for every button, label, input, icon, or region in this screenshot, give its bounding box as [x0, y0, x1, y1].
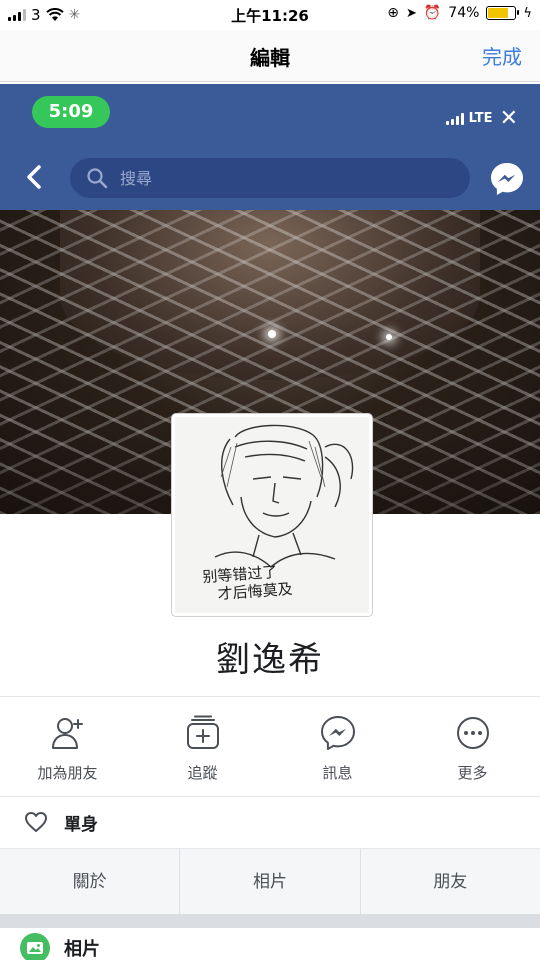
more-button[interactable]: 更多: [405, 704, 540, 794]
location-arrow-icon: ➤: [405, 5, 417, 21]
section-separator: [0, 914, 540, 928]
add-friend-label: 加為朋友: [37, 764, 98, 782]
tab-about[interactable]: 關於: [0, 849, 181, 914]
photos-section-header[interactable]: 相片: [0, 928, 540, 960]
fb-network-group: LTE ✕: [445, 106, 518, 131]
fb-network-label: LTE: [468, 111, 493, 126]
profile-name: 劉逸希: [216, 640, 324, 680]
battery-icon: [486, 6, 520, 20]
more-icon: [456, 717, 489, 749]
profile-actions: 加為朋友 追蹤 訊息 更多: [0, 704, 540, 794]
battery-percent: 74%: [448, 5, 480, 21]
heart-icon: [25, 812, 47, 832]
follow-label: 追蹤: [187, 764, 218, 782]
close-icon[interactable]: ✕: [500, 106, 518, 131]
photos-section-title: 相片: [64, 939, 100, 960]
ios-status-right: ⊕ ➤ ⏰ 74% ϟ: [387, 5, 532, 21]
ios-status-bar: 3 ✳ 上午11:26 ⊕ ➤ ⏰ 74% ϟ: [0, 0, 540, 30]
add-friend-icon: [51, 718, 83, 749]
divider: [0, 796, 540, 797]
tab-friends[interactable]: 朋友: [361, 849, 540, 914]
done-button[interactable]: 完成: [482, 41, 522, 70]
fb-signal-icon: [445, 112, 464, 125]
message-button[interactable]: 訊息: [270, 704, 405, 794]
profile-tabs: 關於 相片 朋友: [0, 848, 540, 914]
relationship-label: 單身: [64, 814, 98, 835]
fb-clock-pill: 5:09: [32, 96, 110, 128]
alarm-icon: ⏰: [423, 5, 442, 21]
facebook-screenshot: 5:09 LTE ✕ 搜尋 别等错过了 才后悔莫及 劉逸希 加為朋友 追蹤 訊息…: [0, 84, 540, 960]
fb-status-bar: 5:09 LTE ✕: [0, 84, 540, 144]
message-label: 訊息: [322, 764, 353, 782]
portrait-caption: 别等错过了 才后悔莫及: [202, 562, 293, 604]
back-chevron-icon[interactable]: [20, 162, 50, 192]
rotation-lock-icon: ⊕: [387, 5, 399, 21]
search-input[interactable]: [120, 168, 420, 188]
editor-title: 編輯: [250, 46, 290, 70]
messenger-icon: [320, 716, 355, 750]
cover-light-spot: [386, 334, 392, 340]
add-friend-button[interactable]: 加為朋友: [0, 704, 135, 794]
fb-navbar: [0, 144, 540, 210]
sketch-portrait: 别等错过了 才后悔莫及: [175, 417, 369, 613]
search-bar[interactable]: [70, 158, 470, 198]
search-icon: [87, 168, 108, 189]
battery-fill: [488, 8, 508, 18]
cover-light-spot: [268, 330, 276, 338]
more-label: 更多: [457, 764, 488, 782]
profile-picture[interactable]: 别等错过了 才后悔莫及: [172, 414, 372, 616]
messenger-icon[interactable]: [488, 160, 526, 198]
follow-icon: [186, 715, 219, 749]
editor-header: 編輯 完成: [0, 30, 540, 82]
tab-photos[interactable]: 相片: [180, 849, 361, 914]
divider: [0, 696, 540, 697]
follow-button[interactable]: 追蹤: [135, 704, 270, 794]
charging-bolt-icon: ϟ: [523, 5, 532, 21]
relationship-status: 單身: [0, 800, 540, 844]
photo-icon: [20, 933, 50, 960]
